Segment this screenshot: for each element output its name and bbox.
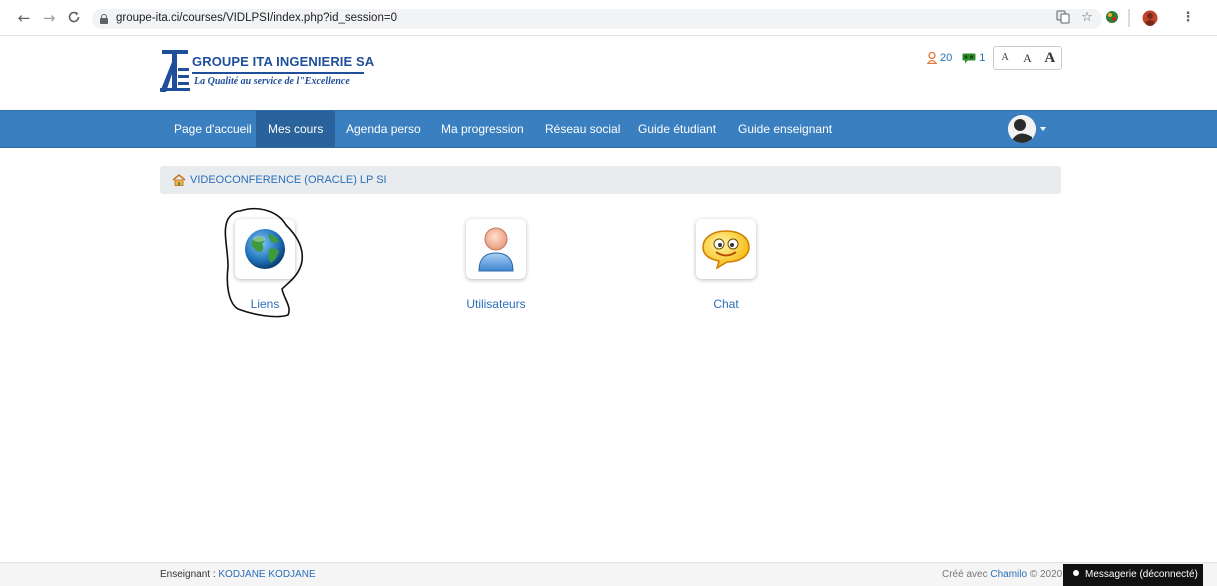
nav-social-network[interactable]: Réseau social: [533, 111, 632, 147]
tool-label-chat[interactable]: Chat: [661, 297, 791, 311]
breadcrumb: VIDEOCONFERENCE (ORACLE) LP SI: [160, 166, 1061, 194]
url-text: groupe-ita.ci/courses/VIDLPSI/index.php?…: [116, 12, 397, 24]
logo-mark-icon: [160, 50, 190, 92]
logo-rule: [192, 72, 364, 74]
extension-icon[interactable]: [1104, 10, 1120, 26]
reload-icon[interactable]: [66, 10, 82, 26]
main-navbar: Page d'accueil Mes cours Agenda perso Ma…: [0, 110, 1217, 148]
font-small-button[interactable]: A: [994, 47, 1016, 69]
toolbar-divider: [1128, 9, 1130, 27]
users-online[interactable]: 20: [927, 52, 952, 64]
nav-student-guide[interactable]: Guide étudiant: [626, 111, 728, 147]
header-stats: 20 1: [927, 48, 991, 68]
messages-icon: [962, 53, 976, 63]
footer-teacher: Enseignant : KODJANE KODJANE: [160, 569, 316, 580]
address-bar[interactable]: groupe-ita.ci/courses/VIDLPSI/index.php?…: [92, 9, 1102, 29]
font-medium-button[interactable]: A: [1016, 47, 1038, 69]
nav-home[interactable]: Page d'accueil: [162, 111, 264, 147]
copyright-text: © 2020: [1027, 569, 1063, 580]
translate-icon[interactable]: [1055, 10, 1071, 26]
profile-avatar-icon[interactable]: [1142, 10, 1158, 26]
page-footer: Enseignant : KODJANE KODJANE Créé avec C…: [0, 562, 1217, 586]
nav-teacher-guide[interactable]: Guide enseignant: [726, 111, 844, 147]
nav-agenda[interactable]: Agenda perso: [334, 111, 433, 147]
font-large-button[interactable]: A: [1039, 47, 1061, 69]
home-icon[interactable]: [172, 174, 186, 186]
chevron-down-icon: [1040, 127, 1046, 131]
messages-indicator[interactable]: 1: [962, 52, 985, 64]
user-icon[interactable]: [466, 219, 526, 279]
breadcrumb-course[interactable]: VIDEOCONFERENCE (ORACLE) LP SI: [190, 174, 387, 186]
site-logo[interactable]: GROUPE ITA INGENIERIE SA La Qualité au s…: [160, 46, 374, 98]
kebab-menu-icon[interactable]: ⋮: [1180, 10, 1196, 26]
bookmark-star-icon[interactable]: ☆: [1079, 10, 1095, 26]
nav-my-courses[interactable]: Mes cours: [256, 111, 336, 147]
font-size-control: A A A: [993, 46, 1062, 70]
forward-arrow-icon[interactable]: →: [41, 10, 57, 26]
tool-label-links[interactable]: Liens: [200, 297, 330, 311]
teacher-link[interactable]: KODJANE KODJANE: [218, 569, 315, 580]
logo-tagline: La Qualité au service de l"Excellence: [194, 76, 350, 87]
lock-icon: [100, 14, 108, 24]
globe-icon[interactable]: [235, 219, 295, 279]
chat-status-bar[interactable]: Messagerie (déconnecté): [1063, 564, 1203, 586]
footer-credits: Créé avec Chamilo © 2020: [942, 569, 1062, 580]
messages-count: 1: [979, 52, 986, 64]
status-dot-icon: [1073, 570, 1079, 577]
users-count: 20: [940, 52, 953, 64]
tool-label-users[interactable]: Utilisateurs: [431, 297, 561, 311]
logo-title: GROUPE ITA INGENIERIE SA: [192, 54, 375, 69]
user-icon: [927, 52, 937, 64]
chamilo-link[interactable]: Chamilo: [990, 569, 1027, 580]
user-menu-toggle[interactable]: [1008, 115, 1046, 143]
teacher-label: Enseignant :: [160, 569, 219, 580]
created-with-text: Créé avec: [942, 569, 991, 580]
chat-status-label: Messagerie (déconnecté): [1085, 569, 1198, 580]
nav-progress[interactable]: Ma progression: [429, 111, 536, 147]
user-avatar: [1008, 115, 1036, 143]
chat-bubble-icon[interactable]: [696, 219, 756, 279]
browser-toolbar: ← → groupe-ita.ci/courses/VIDLPSI/index.…: [0, 0, 1217, 36]
back-arrow-icon[interactable]: ←: [16, 10, 32, 26]
